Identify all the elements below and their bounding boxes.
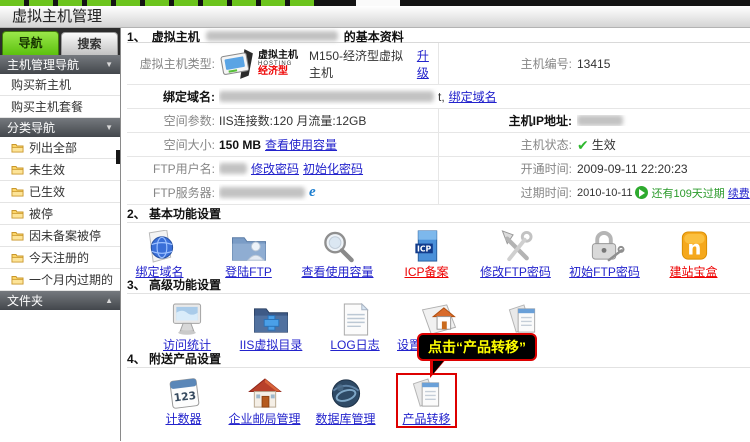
- change-ftp-password-item[interactable]: 修改FTP密码: [471, 230, 560, 279]
- table-row: FTP用户名: 修改密码 初始化密码 开通时间: 2009-09-11 22:2…: [127, 157, 750, 181]
- open-time-value: 2009-09-11 22:20:23: [577, 162, 688, 176]
- folder-icon: [11, 208, 24, 219]
- sidebar-item-suspended[interactable]: 被停: [0, 203, 120, 225]
- table-row: 空间参数: IIS连接数:120 月流量:12GB 主机IP地址:: [127, 109, 750, 133]
- table-row: FTP服务器: e 过期时间: 2010-10-11 还有109天过期 续费: [127, 181, 750, 205]
- page-title: 虚拟主机管理: [0, 6, 750, 28]
- sidebar-collapse-handle[interactable]: [116, 150, 120, 164]
- redacted-ftp-server: [219, 187, 305, 198]
- space-size-value: 150 MB: [219, 138, 261, 152]
- magnifier-icon: [318, 230, 358, 263]
- globe-document-icon: [140, 230, 180, 263]
- folder-icon: [11, 186, 24, 197]
- upgrade-link[interactable]: 升级: [417, 47, 438, 81]
- product-transfer-item[interactable]: 产品转移: [386, 377, 467, 426]
- green-arrow-icon: [635, 186, 648, 199]
- home-disk-icon: [419, 303, 459, 336]
- sidebar-item-inactive[interactable]: 未生效: [0, 159, 120, 181]
- expire-note: 还有109天过期: [651, 185, 724, 201]
- database-globe-icon: [326, 377, 366, 410]
- folder-icon: [11, 274, 24, 285]
- hosting-monitor-icon: [219, 48, 255, 80]
- ie-browser-icon[interactable]: e: [309, 184, 316, 201]
- host-type-value: M150-经济型虚拟主机: [309, 47, 413, 81]
- chevron-down-icon: ▼: [105, 123, 113, 132]
- section2-title: 2、 基本功能设置: [127, 208, 750, 223]
- bind-domain-link[interactable]: 绑定域名: [449, 88, 497, 105]
- folder-icon: [11, 164, 24, 175]
- tab-strip-active-segment: [356, 0, 400, 6]
- sidebar-item-registered-today[interactable]: 今天注册的: [0, 247, 120, 269]
- view-usage-link[interactable]: 查看使用容量: [265, 136, 337, 153]
- redacted-domain: [219, 91, 434, 102]
- host-id-value: 13415: [577, 57, 610, 71]
- padlock-icon: [585, 230, 625, 263]
- check-icon: ✔: [577, 138, 589, 152]
- mail-office-item[interactable]: 企业邮局管理: [224, 377, 305, 426]
- callout-bubble: 点击“产品转移”: [417, 333, 537, 361]
- bind-domain-item[interactable]: 绑定域名: [115, 230, 204, 279]
- database-item[interactable]: 数据库管理: [305, 377, 386, 426]
- sidebar-item-expiring-in-month[interactable]: 一个月内过期的: [0, 269, 120, 291]
- basic-functions-row: 绑定域名 登陆FTP 查看使用容量 ICP备案 修改FTP密码 初始FTP密码: [115, 223, 750, 279]
- folder-user-icon: [229, 230, 269, 263]
- expire-date-value: 2010-10-11: [577, 187, 632, 199]
- section1-title: 1、 虚拟主机 的基本资料: [127, 28, 750, 42]
- sidebar-group-categories[interactable]: 分类导航 ▼: [0, 118, 120, 137]
- tools-icon: [496, 230, 536, 263]
- counter-123-icon: [164, 377, 204, 410]
- main-content: 1、 虚拟主机 的基本资料 虚拟主机类型: 虚拟主机 HOSTING 经济型: [121, 28, 750, 441]
- view-usage-item[interactable]: 查看使用容量: [293, 230, 382, 279]
- folder-plus-icon: [251, 303, 291, 336]
- monitor-icon: [167, 303, 207, 336]
- table-row: 绑定域名: t, 绑定域名: [127, 85, 750, 109]
- redacted-ip: [577, 115, 623, 126]
- init-password-link[interactable]: 初始化密码: [303, 160, 363, 177]
- sidebar-group-folders[interactable]: 文件夹 ▲: [0, 291, 120, 310]
- documents-icon: [503, 303, 543, 336]
- chevron-down-icon: ▼: [105, 60, 113, 69]
- log-document-icon: [335, 303, 375, 336]
- counter-item[interactable]: 计数器: [143, 377, 224, 426]
- sidebar: 导航 搜索 主机管理导航 ▼ 购买新主机 购买主机套餐 分类导航 ▼ 列出全部 …: [0, 28, 121, 441]
- sidebar-item-buy-new-host[interactable]: 购买新主机: [0, 74, 120, 96]
- table-row: 空间大小: 150 MB 查看使用容量 主机状态: ✔ 生效: [127, 133, 750, 157]
- folder-icon: [11, 142, 24, 153]
- house-icon: [245, 377, 285, 410]
- log-item[interactable]: LOG日志: [313, 303, 397, 352]
- chevron-up-icon: ▲: [105, 296, 113, 305]
- renew-link[interactable]: 续费: [728, 185, 750, 201]
- folder-icon: [11, 252, 24, 263]
- host-info-table: 虚拟主机类型: 虚拟主机 HOSTING 经济型 M150-经济型虚拟主机 升级…: [127, 42, 750, 205]
- folder-icon: [11, 230, 24, 241]
- status-value: 生效: [592, 136, 616, 153]
- sidebar-tabs: 导航 搜索: [0, 28, 120, 55]
- sidebar-item-suspended-no-icp[interactable]: 因未备案被停: [0, 225, 120, 247]
- sidebar-item-buy-host-plan[interactable]: 购买主机套餐: [0, 96, 120, 118]
- change-password-link[interactable]: 修改密码: [251, 160, 299, 177]
- ftp-login-item[interactable]: 登陆FTP: [204, 230, 293, 279]
- init-ftp-password-item[interactable]: 初始FTP密码: [560, 230, 649, 279]
- section3-title: 3、 高级功能设置: [127, 279, 750, 294]
- iis-virtual-dir-item[interactable]: IIS虚拟目录: [229, 303, 313, 352]
- browser-tab-strip: [0, 0, 750, 6]
- orange-n-box-icon: [674, 230, 714, 263]
- tab-navigation[interactable]: 导航: [2, 31, 59, 55]
- sidebar-group-host-management[interactable]: 主机管理导航 ▼: [0, 55, 120, 74]
- host-type-logo: 虚拟主机 HOSTING 经济型: [219, 48, 305, 80]
- icp-record-item[interactable]: ICP备案: [382, 230, 471, 279]
- visit-stats-item[interactable]: 访问统计: [145, 303, 229, 352]
- sidebar-item-list-all[interactable]: 列出全部: [0, 137, 120, 159]
- table-row: 虚拟主机类型: 虚拟主机 HOSTING 经济型 M150-经济型虚拟主机 升级…: [127, 43, 750, 85]
- tab-search[interactable]: 搜索: [61, 32, 118, 55]
- icp-document-icon: [407, 230, 447, 263]
- sidebar-item-active[interactable]: 已生效: [0, 181, 120, 203]
- redacted-ftp-user: [219, 163, 247, 174]
- redacted-host-name: [206, 31, 338, 41]
- documents-icon: [407, 377, 447, 410]
- sitebuilder-box-item[interactable]: 建站宝盒: [649, 230, 738, 279]
- tab-strip-green-segments: [0, 0, 318, 6]
- space-param-value: IIS连接数:120 月流量:12GB: [219, 112, 366, 129]
